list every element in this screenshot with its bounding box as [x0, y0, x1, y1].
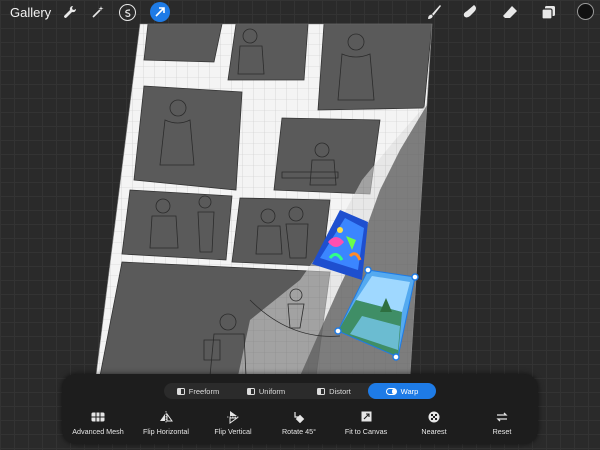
- mode-label: Uniform: [258, 386, 286, 396]
- eraser-icon[interactable]: [500, 3, 520, 21]
- warp-handle-bottom-right: [392, 353, 400, 361]
- magic-wand-icon[interactable]: [89, 3, 107, 21]
- flip-horizontal-icon: [159, 410, 173, 423]
- warp-toggle-icon: [385, 387, 397, 395]
- warp-handle-top-right: [411, 273, 419, 281]
- color-swatch[interactable]: [577, 3, 594, 20]
- transform-actions: Advanced Mesh Flip Horizontal Flip Verti…: [62, 410, 538, 438]
- transform-icon[interactable]: [150, 2, 170, 22]
- rotate-45-button[interactable]: Rotate 45°: [274, 410, 324, 436]
- mode-label: Distort: [329, 386, 351, 396]
- fit-to-canvas-button[interactable]: Fit to Canvas: [338, 410, 394, 436]
- fit-canvas-icon: [361, 410, 372, 423]
- distort-icon: [317, 387, 326, 395]
- reset-icon: [496, 410, 508, 423]
- transform-panel: Freeform Uniform Distort Warp Advanced M…: [62, 374, 538, 444]
- selection-icon[interactable]: [119, 4, 136, 21]
- mode-freeform[interactable]: Freeform: [164, 383, 232, 399]
- rotate-icon: [293, 410, 305, 423]
- mesh-icon: [91, 410, 105, 423]
- layers-icon[interactable]: [538, 3, 558, 21]
- mode-warp[interactable]: Warp: [368, 383, 436, 399]
- mode-distort[interactable]: Distort: [300, 383, 368, 399]
- mode-label: Freeform: [188, 386, 220, 396]
- top-toolbar: Gallery: [0, 0, 600, 26]
- warp-handle-bottom-left: [334, 327, 342, 335]
- brush-icon[interactable]: [424, 3, 444, 21]
- wrench-icon[interactable]: [61, 3, 79, 21]
- freeform-icon: [176, 387, 185, 395]
- gallery-button[interactable]: Gallery: [10, 5, 51, 20]
- reset-button[interactable]: Reset: [482, 410, 522, 436]
- mode-label: Warp: [400, 386, 419, 396]
- uniform-icon: [246, 387, 255, 395]
- advanced-mesh-button[interactable]: Advanced Mesh: [70, 410, 126, 436]
- flip-vertical-icon: [227, 410, 239, 424]
- smudge-icon[interactable]: [460, 3, 480, 21]
- nearest-button[interactable]: Nearest: [408, 410, 460, 436]
- flip-horizontal-button[interactable]: Flip Horizontal: [135, 410, 197, 436]
- nearest-icon: [428, 410, 440, 423]
- warp-handle-top-left: [364, 266, 372, 274]
- transform-mode-selector: Freeform Uniform Distort Warp: [164, 383, 436, 399]
- flip-vertical-button[interactable]: Flip Vertical: [207, 410, 259, 436]
- mode-uniform[interactable]: Uniform: [232, 383, 300, 399]
